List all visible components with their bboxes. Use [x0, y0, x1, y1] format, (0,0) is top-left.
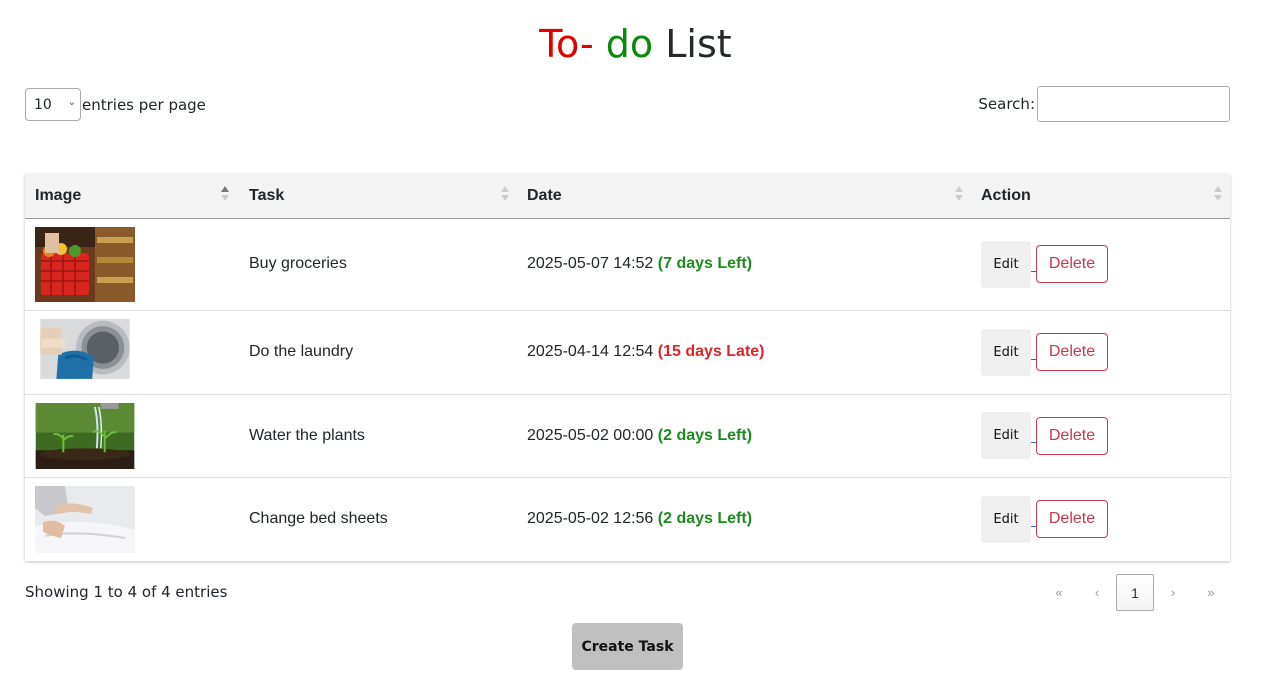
title-part-list: List — [665, 22, 732, 66]
status-text: (15 days Late) — [657, 343, 765, 360]
column-header-image[interactable]: Image — [25, 174, 237, 219]
image-cell — [25, 310, 237, 395]
title-part-do: do — [605, 22, 654, 66]
delete-button[interactable]: Delete — [1036, 333, 1108, 371]
action-cell: Edit Delete — [971, 218, 1230, 311]
entries-length-control: 10 ⌄ entries per page — [25, 88, 206, 121]
column-header-action[interactable]: Action — [971, 174, 1230, 219]
chevron-down-icon: ⌄ — [67, 97, 76, 108]
table-row: Water the plants 2025-05-02 00:00 (2 day… — [25, 394, 1230, 478]
column-header-task[interactable]: Task — [237, 174, 517, 219]
due-date: 2025-05-02 00:00 — [527, 426, 654, 444]
delete-button[interactable]: Delete — [1036, 500, 1108, 539]
table-header-row: Image Task Date Action — [25, 174, 1230, 219]
due-date: 2025-05-07 14:52 — [527, 255, 654, 272]
pagination: « ‹ 1 › » — [1040, 574, 1230, 611]
delete-button[interactable]: Delete — [1036, 416, 1108, 455]
edit-button[interactable]: Edit — [981, 240, 1031, 288]
column-header-action-label: Action — [981, 186, 1031, 204]
image-cell — [25, 218, 237, 311]
next-page-button[interactable]: › — [1154, 574, 1192, 611]
delete-button[interactable]: Delete — [1036, 245, 1108, 283]
task-cell: Do the laundry — [237, 310, 517, 395]
table-row: Change bed sheets 2025-05-02 12:56 (2 da… — [25, 477, 1230, 561]
page-1-button[interactable]: 1 — [1116, 574, 1154, 611]
first-page-button[interactable]: « — [1040, 574, 1078, 611]
edit-button[interactable]: Edit — [981, 328, 1031, 376]
column-header-date-label: Date — [527, 186, 562, 204]
due-date: 2025-05-02 12:56 — [527, 510, 654, 528]
column-header-task-label: Task — [249, 186, 285, 204]
table-row: Do the laundry 2025-04-14 12:54 (15 days… — [25, 310, 1230, 395]
entries-per-page-select[interactable]: 10 ⌄ — [25, 88, 81, 121]
task-cell: Change bed sheets — [249, 510, 388, 528]
due-date: 2025-04-14 12:54 — [527, 343, 654, 360]
action-cell: Edit Delete — [971, 394, 1230, 478]
column-header-image-label: Image — [35, 186, 82, 204]
entries-per-page-label: entries per page — [82, 95, 206, 114]
search-control: Search: — [978, 86, 1230, 122]
status-text: (2 days Left) — [657, 426, 753, 444]
search-label: Search: — [978, 95, 1035, 113]
watering-plants-photo — [35, 402, 135, 469]
date-cell: 2025-05-02 00:00 (2 days Left) — [517, 394, 971, 478]
date-cell: 2025-05-07 14:52 (7 days Left) — [517, 218, 971, 311]
page-title: To- do List — [0, 18, 1271, 70]
status-text: (7 days Left) — [657, 255, 753, 272]
search-input[interactable] — [1037, 86, 1230, 122]
edit-button[interactable]: Edit — [981, 412, 1031, 459]
sort-icon — [221, 186, 229, 204]
task-cell: Water the plants — [237, 394, 517, 478]
date-cell: 2025-04-14 12:54 (15 days Late) — [517, 310, 971, 395]
prev-page-button[interactable]: ‹ — [1078, 574, 1116, 611]
laundry-machine-photo — [40, 318, 130, 379]
last-page-button[interactable]: » — [1192, 574, 1230, 611]
sort-icon — [1214, 186, 1222, 204]
todo-table: Image Task Date Action Buy groceries 202… — [25, 174, 1230, 561]
entries-per-page-value: 10 — [34, 96, 52, 113]
date-cell: 2025-05-02 12:56 (2 days Left) — [517, 477, 971, 561]
sort-icon — [955, 186, 963, 204]
table-info: Showing 1 to 4 of 4 entries — [25, 583, 228, 601]
task-cell: Buy groceries — [237, 218, 517, 311]
sort-icon — [501, 186, 509, 204]
column-header-date[interactable]: Date — [517, 174, 971, 219]
bed-sheets-photo — [35, 485, 135, 553]
grocery-basket-photo — [35, 226, 135, 302]
action-cell: Edit Delete — [971, 477, 1230, 561]
table-row: Buy groceries 2025-05-07 14:52 (7 days L… — [25, 218, 1230, 311]
edit-button[interactable]: Edit — [981, 495, 1031, 543]
status-text: (2 days Left) — [657, 510, 753, 528]
image-cell — [25, 394, 237, 478]
image-cell — [25, 477, 237, 561]
action-cell: Edit Delete — [971, 310, 1230, 395]
title-part-to: To- — [539, 22, 594, 66]
create-task-button[interactable]: Create Task — [572, 623, 683, 670]
